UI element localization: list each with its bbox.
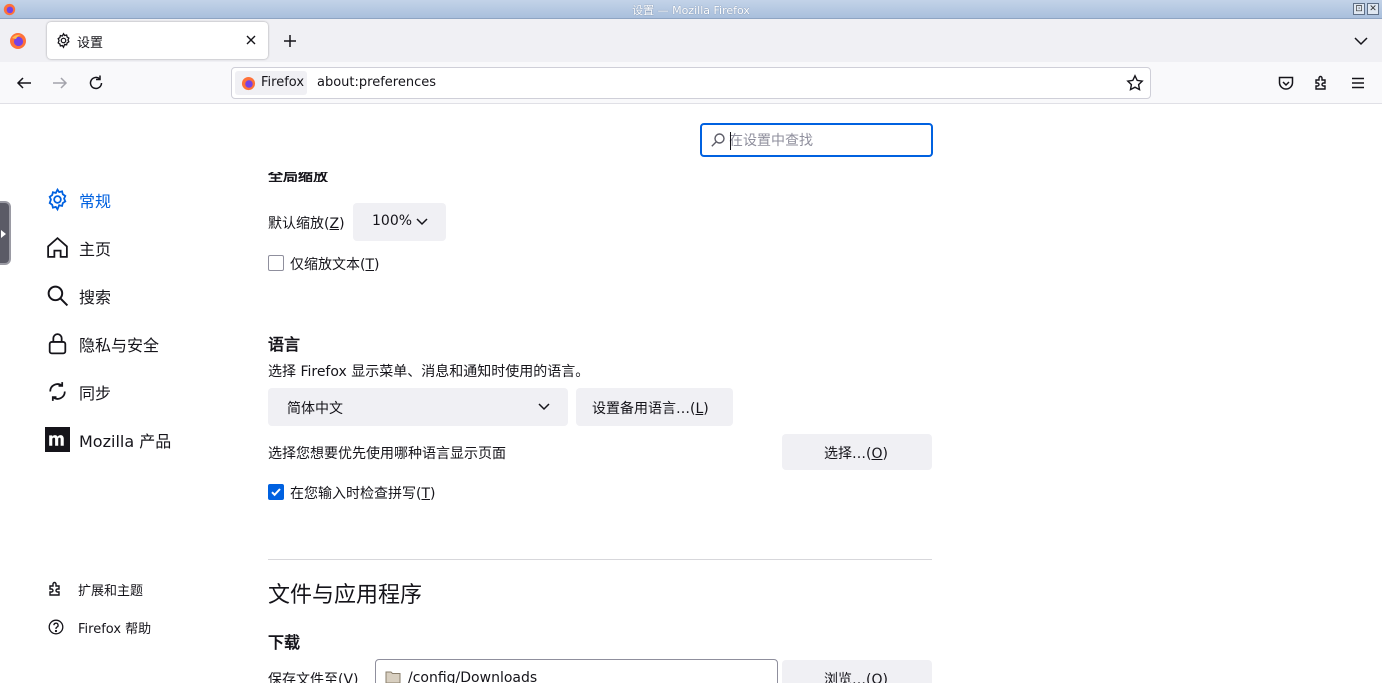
puzzle-icon	[49, 581, 60, 596]
checkmark-icon	[271, 488, 281, 497]
save-files-label: 保存文件至(V)	[268, 672, 359, 683]
help-icon	[48, 619, 64, 635]
close-icon[interactable]	[242, 31, 260, 49]
window-maximize-button[interactable]: ⊡	[1353, 3, 1365, 15]
identity-label: Firefox	[261, 75, 305, 90]
chevron-down-icon[interactable]	[1352, 32, 1370, 50]
firefox-logo-icon	[241, 76, 256, 91]
window-title: 设置 — Mozilla Firefox	[632, 4, 750, 17]
home-icon	[47, 236, 68, 258]
preferences-content: 常规 主页 搜索 隐私与安全 同步 Mozilla 产品	[0, 104, 1382, 683]
sidebar-toggle-handle[interactable]	[0, 201, 11, 265]
zoom-select[interactable]: 100%	[353, 203, 446, 241]
sidebar-item-label: 同步	[79, 384, 112, 403]
button-label: 选择…(O)	[824, 446, 888, 462]
zoom-text-only-checkbox[interactable]	[268, 255, 284, 271]
plus-icon[interactable]	[281, 32, 299, 50]
tab-label: 设置	[77, 36, 104, 51]
back-arrow-icon[interactable]	[15, 74, 33, 92]
gear-icon	[48, 187, 67, 212]
sidebar-item-label: 隐私与安全	[79, 336, 160, 355]
window-titlebar: 设置 — Mozilla Firefox ⊡ ✕	[0, 0, 1382, 19]
folder-icon	[385, 671, 401, 683]
text-caret	[730, 132, 731, 150]
firefox-view-icon[interactable]	[9, 32, 27, 50]
forward-arrow-icon[interactable]	[51, 74, 69, 92]
default-zoom-label: 默认缩放(Z)	[268, 216, 345, 232]
extensions-puzzle-icon[interactable]	[1313, 74, 1331, 92]
language-description: 选择 Firefox 显示菜单、消息和通知时使用的语言。	[268, 364, 590, 380]
downloads-heading: 下载	[268, 633, 301, 652]
settings-search-field[interactable]	[700, 123, 933, 157]
chevron-down-icon	[416, 218, 428, 226]
download-folder-field[interactable]: /config/Downloads	[375, 659, 778, 683]
language-heading: 语言	[268, 335, 301, 354]
button-label: 设置备用语言…(L)	[592, 401, 709, 417]
tab-strip: 设置	[0, 19, 1382, 62]
url-text[interactable]: about:preferences	[317, 75, 436, 90]
button-label: 浏览…(O)	[824, 672, 888, 683]
page-language-label: 选择您想要优先使用哪种语言显示页面	[268, 446, 506, 462]
sidebar-item-label: 常规	[79, 192, 112, 211]
search-icon	[47, 285, 69, 307]
download-folder-path: /config/Downloads	[408, 670, 538, 683]
sidebar-footer-label: 扩展和主题	[78, 584, 144, 599]
zoom-value: 100%	[372, 213, 413, 229]
gear-icon	[57, 32, 70, 49]
zoom-text-only-label: 仅缩放文本(T)	[290, 257, 380, 273]
browse-button[interactable]: 浏览…(O)	[782, 660, 932, 683]
lock-icon	[48, 333, 67, 355]
choose-page-language-button[interactable]: 选择…(O)	[782, 434, 932, 470]
search-icon	[711, 133, 725, 147]
sidebar-footer-label: Firefox 帮助	[78, 622, 152, 637]
url-bar[interactable]: Firefox about:preferences	[231, 67, 1151, 99]
window-close-button[interactable]: ✕	[1367, 3, 1379, 15]
sidebar-item-label: 主页	[79, 240, 112, 259]
zoom-section-heading: 全局缩放	[268, 172, 329, 182]
bookmark-star-icon[interactable]	[1126, 74, 1144, 92]
sync-icon	[49, 382, 66, 401]
language-select[interactable]: 简体中文	[268, 388, 568, 426]
spellcheck-label: 在您输入时检查拼写(T)	[290, 486, 436, 502]
navigation-toolbar: Firefox about:preferences	[0, 62, 1382, 104]
sidebar-item-label: Mozilla 产品	[79, 432, 172, 451]
pocket-icon[interactable]	[1277, 74, 1295, 92]
language-selected-value: 简体中文	[287, 401, 343, 417]
spellcheck-checkbox[interactable]	[268, 484, 284, 500]
section-divider	[268, 559, 932, 560]
menu-icon[interactable]	[1349, 74, 1367, 92]
chevron-down-icon	[538, 403, 550, 411]
settings-search-input[interactable]	[729, 131, 924, 151]
sidebar-item-label: 搜索	[79, 288, 112, 307]
identity-box[interactable]: Firefox	[235, 71, 307, 95]
mozilla-icon	[45, 427, 70, 452]
files-applications-heading: 文件与应用程序	[268, 583, 423, 608]
alternative-languages-button[interactable]: 设置备用语言…(L)	[576, 388, 733, 426]
reload-icon[interactable]	[87, 74, 105, 92]
tab-settings[interactable]: 设置	[47, 22, 268, 59]
